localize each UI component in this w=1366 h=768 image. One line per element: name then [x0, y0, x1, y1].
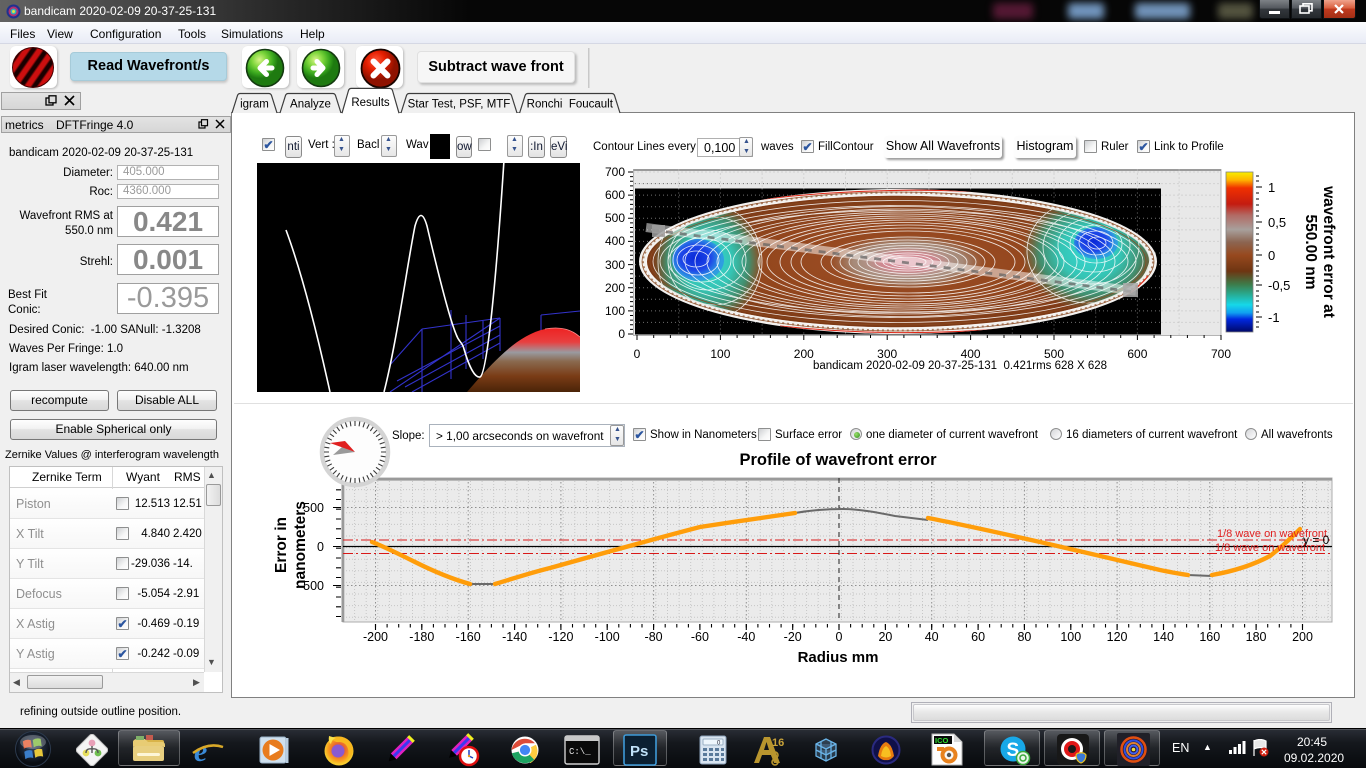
svg-text:100: 100	[710, 347, 730, 361]
svg-text:600: 600	[1127, 347, 1147, 361]
svg-text:1: 1	[1268, 180, 1275, 195]
svg-text:y = 0: y = 0	[1303, 533, 1330, 547]
svg-text:ICO: ICO	[935, 736, 949, 745]
svg-text:-120: -120	[548, 630, 573, 644]
svg-text:100: 100	[1060, 630, 1081, 644]
svg-text:0,5: 0,5	[1268, 215, 1286, 230]
svg-text:Ronchi Foucault: Ronchi Foucault	[527, 99, 614, 111]
svg-text:500: 500	[605, 211, 625, 225]
svg-text:0: 0	[836, 630, 843, 644]
svg-text:-160: -160	[456, 630, 481, 644]
svg-text:Results: Results	[351, 97, 390, 109]
svg-text:wavefront error at: wavefront error at	[1320, 185, 1337, 318]
svg-text:140: 140	[1153, 630, 1174, 644]
svg-text:Star Test, PSF, MTF: Star Test, PSF, MTF	[408, 99, 511, 111]
svg-text:400: 400	[605, 234, 625, 248]
svg-text:400: 400	[961, 347, 981, 361]
svg-text:-180: -180	[409, 630, 434, 644]
svg-text:200: 200	[794, 347, 814, 361]
svg-text:-140: -140	[502, 630, 527, 644]
svg-text:500: 500	[1044, 347, 1064, 361]
svg-text:200: 200	[605, 281, 625, 295]
svg-text:Radius mm: Radius mm	[798, 649, 879, 666]
svg-text:700: 700	[1211, 347, 1231, 361]
svg-text:600: 600	[605, 188, 625, 202]
svg-text:C:\_: C:\_	[569, 747, 591, 757]
svg-text:-200: -200	[363, 630, 388, 644]
svg-text:0: 0	[634, 347, 641, 361]
svg-text:-0,5: -0,5	[1268, 278, 1290, 293]
svg-text:-100: -100	[595, 630, 620, 644]
svg-text:100: 100	[605, 304, 625, 318]
svg-text:60: 60	[971, 630, 985, 644]
svg-text:80: 80	[1017, 630, 1031, 644]
svg-text:120: 120	[1107, 630, 1128, 644]
svg-text:550.00 nm: 550.00 nm	[1302, 215, 1319, 290]
svg-text:700: 700	[605, 165, 625, 179]
svg-text:20: 20	[878, 630, 892, 644]
svg-text:igram: igram	[240, 99, 269, 111]
svg-text:0: 0	[618, 327, 625, 341]
svg-text:-40: -40	[737, 630, 755, 644]
svg-text:Analyze: Analyze	[290, 99, 331, 111]
svg-text:0: 0	[1268, 248, 1275, 263]
svg-text:200: 200	[1292, 630, 1313, 644]
svg-text:Ps: Ps	[630, 743, 648, 760]
svg-text:nanometers: nanometers	[292, 501, 309, 589]
svg-text:-80: -80	[645, 630, 663, 644]
svg-text:300: 300	[877, 347, 897, 361]
svg-text:-20: -20	[784, 630, 802, 644]
svg-text:180: 180	[1246, 630, 1267, 644]
svg-text:Error in: Error in	[273, 517, 290, 573]
svg-text:-60: -60	[691, 630, 709, 644]
svg-text:16: 16	[772, 737, 784, 749]
svg-text:40: 40	[925, 630, 939, 644]
svg-text:0: 0	[317, 540, 324, 554]
svg-text:-1: -1	[1268, 310, 1280, 325]
svg-text:160: 160	[1199, 630, 1220, 644]
svg-text:300: 300	[605, 258, 625, 272]
svg-text:bandicam 2020-02-09 20-37-25-1: bandicam 2020-02-09 20-37-25-131 0.421rm…	[813, 360, 1107, 372]
